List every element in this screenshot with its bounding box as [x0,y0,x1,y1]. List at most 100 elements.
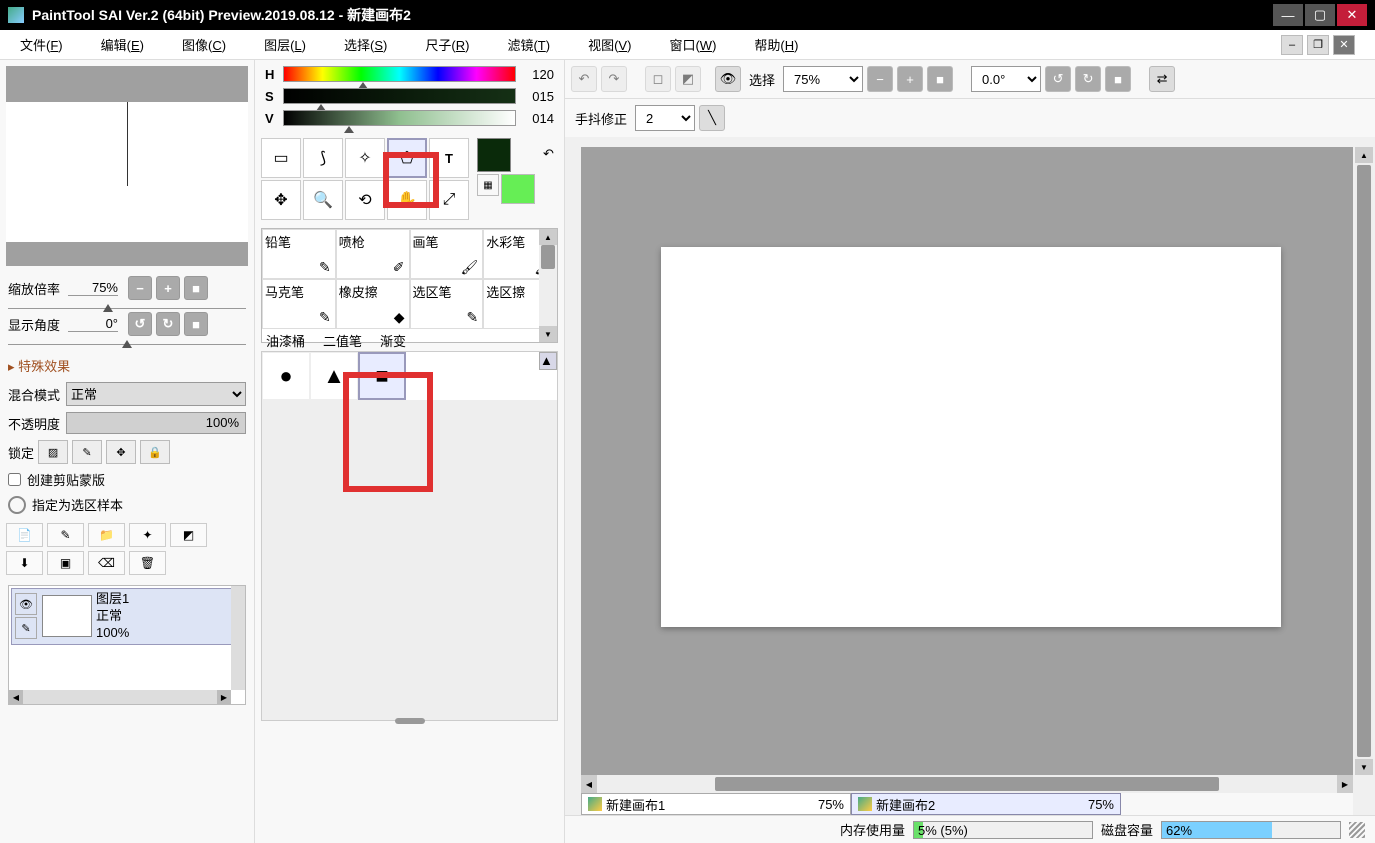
angle-reset-button[interactable]: ■ [184,312,208,336]
menu-filter[interactable]: 滤镜(T) [507,35,550,54]
opacity-bar[interactable]: 100% [66,412,246,434]
canvas-zoom-out[interactable]: − [867,66,893,92]
shape-triangle[interactable]: ▲ [310,352,358,400]
rotate-ccw-button[interactable]: ↺ [128,312,152,336]
brushlist-scrollbar[interactable]: ▲▼ [539,229,557,342]
canvas-zoom-in[interactable]: + [897,66,923,92]
canvas-rotate-ccw[interactable]: ↺ [1045,66,1071,92]
zoom-in-button[interactable]: + [156,276,180,300]
child-restore-button[interactable]: ❐ [1307,35,1329,55]
lock-all-button[interactable]: 🔒 [140,440,170,464]
swap-colors-icon[interactable]: ↶ [539,138,558,170]
panel-grip[interactable] [395,718,425,724]
lock-move-button[interactable]: ✥ [106,440,136,464]
tab-canvas2[interactable]: 新建画布2 75% [851,793,1121,815]
rect-select-tool[interactable]: ▭ [261,138,301,178]
child-close-button[interactable]: ✕ [1333,35,1355,55]
foreground-color[interactable] [477,138,511,172]
stabilizer-select[interactable]: 2 [635,105,695,131]
resize-grip[interactable] [1349,822,1365,838]
menu-layer[interactable]: 图层(L) [264,35,306,54]
undo-button[interactable]: ↶ [571,66,597,92]
brush-eraser[interactable]: 橡皮擦◆ [336,279,410,329]
shape-square[interactable]: ■ [358,352,406,400]
brush-bucket[interactable]: 油漆桶 [266,331,305,350]
invert-sel-button[interactable]: ◩ [675,66,701,92]
shapebox-scroll[interactable]: ▲ [539,352,557,370]
menu-edit[interactable]: 编辑(E) [101,35,144,54]
layer-visibility-icon[interactable]: 👁 [15,593,37,615]
transparent-toggle[interactable]: ▦ [477,174,499,196]
lock-pixel-button[interactable]: ✎ [72,440,102,464]
brush-gradient[interactable]: 渐变 [380,331,406,350]
brush-binary[interactable]: 二值笔 [323,331,362,350]
layer-edit-icon[interactable]: ✎ [15,617,37,639]
shape-tool[interactable]: ⬠ [387,138,427,178]
redo-button[interactable]: ↷ [601,66,627,92]
canvas-zoom-fit[interactable]: ■ [927,66,953,92]
menu-window[interactable]: 窗口(W) [669,35,716,54]
transfer-button[interactable]: ✦ [129,523,166,547]
close-button[interactable]: ✕ [1337,4,1367,26]
new-linework-button[interactable]: ✎ [47,523,84,547]
line-tool-icon[interactable]: ╲ [699,105,725,131]
brush-selpen[interactable]: 选区笔✎ [410,279,484,329]
angle-value[interactable]: 0° [68,316,118,332]
brush-marker[interactable]: 马克笔✎ [262,279,336,329]
background-color[interactable] [501,174,535,204]
sat-slider[interactable] [283,88,516,104]
brush-pencil[interactable]: 铅笔✎ [262,229,336,279]
rotate-cw-button[interactable]: ↻ [156,312,180,336]
special-effects-header[interactable]: 特殊效果 [0,352,254,379]
hand-tool[interactable]: ✋ [387,180,427,220]
rotate-tool[interactable]: ⟲ [345,180,385,220]
navigator-preview[interactable] [6,66,248,266]
new-layer-button[interactable]: 📄 [6,523,43,547]
menu-view[interactable]: 视图(V) [588,35,631,54]
move-tool[interactable]: ✥ [261,180,301,220]
menu-image[interactable]: 图像(C) [182,35,226,54]
child-minimize-button[interactable]: – [1281,35,1303,55]
deselect-button[interactable]: ◻ [645,66,671,92]
zoom-out-button[interactable]: − [128,276,152,300]
angle-slider[interactable] [8,340,246,348]
canvas-zoom-select[interactable]: 75% [783,66,863,92]
layer-item[interactable]: 👁 ✎ 图层1 正常 100% [11,588,243,645]
canvas-viewport[interactable] [581,147,1353,775]
tab-canvas1[interactable]: 新建画布1 75% [581,793,851,815]
zoom-reset-button[interactable]: ■ [184,276,208,300]
zoom-tool[interactable]: 🔍 [303,180,343,220]
canvas-hscrollbar[interactable]: ◀▶ [581,775,1353,793]
mask-button[interactable]: ◩ [170,523,207,547]
blend-mode-select[interactable]: 正常 [66,382,246,406]
lasso-tool[interactable]: ⟆ [303,138,343,178]
brush-airbrush[interactable]: 喷枪✐ [336,229,410,279]
canvas-vscrollbar[interactable]: ▲▼ [1355,147,1373,775]
selection-source-indicator[interactable] [8,496,26,514]
eye-icon[interactable]: 👁 [715,66,741,92]
flip-button[interactable]: ⇄ [1149,66,1175,92]
clipping-mask-checkbox[interactable] [8,473,21,486]
canvas-rotate-cw[interactable]: ↻ [1075,66,1101,92]
lock-none-button[interactable]: ▨ [38,440,68,464]
menu-ruler[interactable]: 尺子(R) [425,35,469,54]
shape-circle[interactable]: ● [262,352,310,400]
minimize-button[interactable]: — [1273,4,1303,26]
flatten-button[interactable]: ▣ [47,551,84,575]
canvas-angle-select[interactable]: 0.0° [971,66,1041,92]
brush-brush[interactable]: 画笔🖌 [410,229,484,279]
maximize-button[interactable]: ▢ [1305,4,1335,26]
magic-wand-tool[interactable]: ✧ [345,138,385,178]
menu-help[interactable]: 帮助(H) [754,35,798,54]
layerlist-hscrollbar[interactable]: ◀▶ [9,690,231,704]
canvas[interactable] [661,247,1281,627]
text-tool[interactable]: T [429,138,469,178]
new-folder-button[interactable]: 📁 [88,523,125,547]
merge-button[interactable]: ⬇ [6,551,43,575]
delete-layer-button[interactable]: 🗑 [129,551,166,575]
canvas-angle-reset[interactable]: ■ [1105,66,1131,92]
menu-select[interactable]: 选择(S) [344,35,387,54]
hue-slider[interactable] [283,66,516,82]
val-slider[interactable] [283,110,516,126]
eyedropper-tool[interactable]: ⤢ [429,180,469,220]
